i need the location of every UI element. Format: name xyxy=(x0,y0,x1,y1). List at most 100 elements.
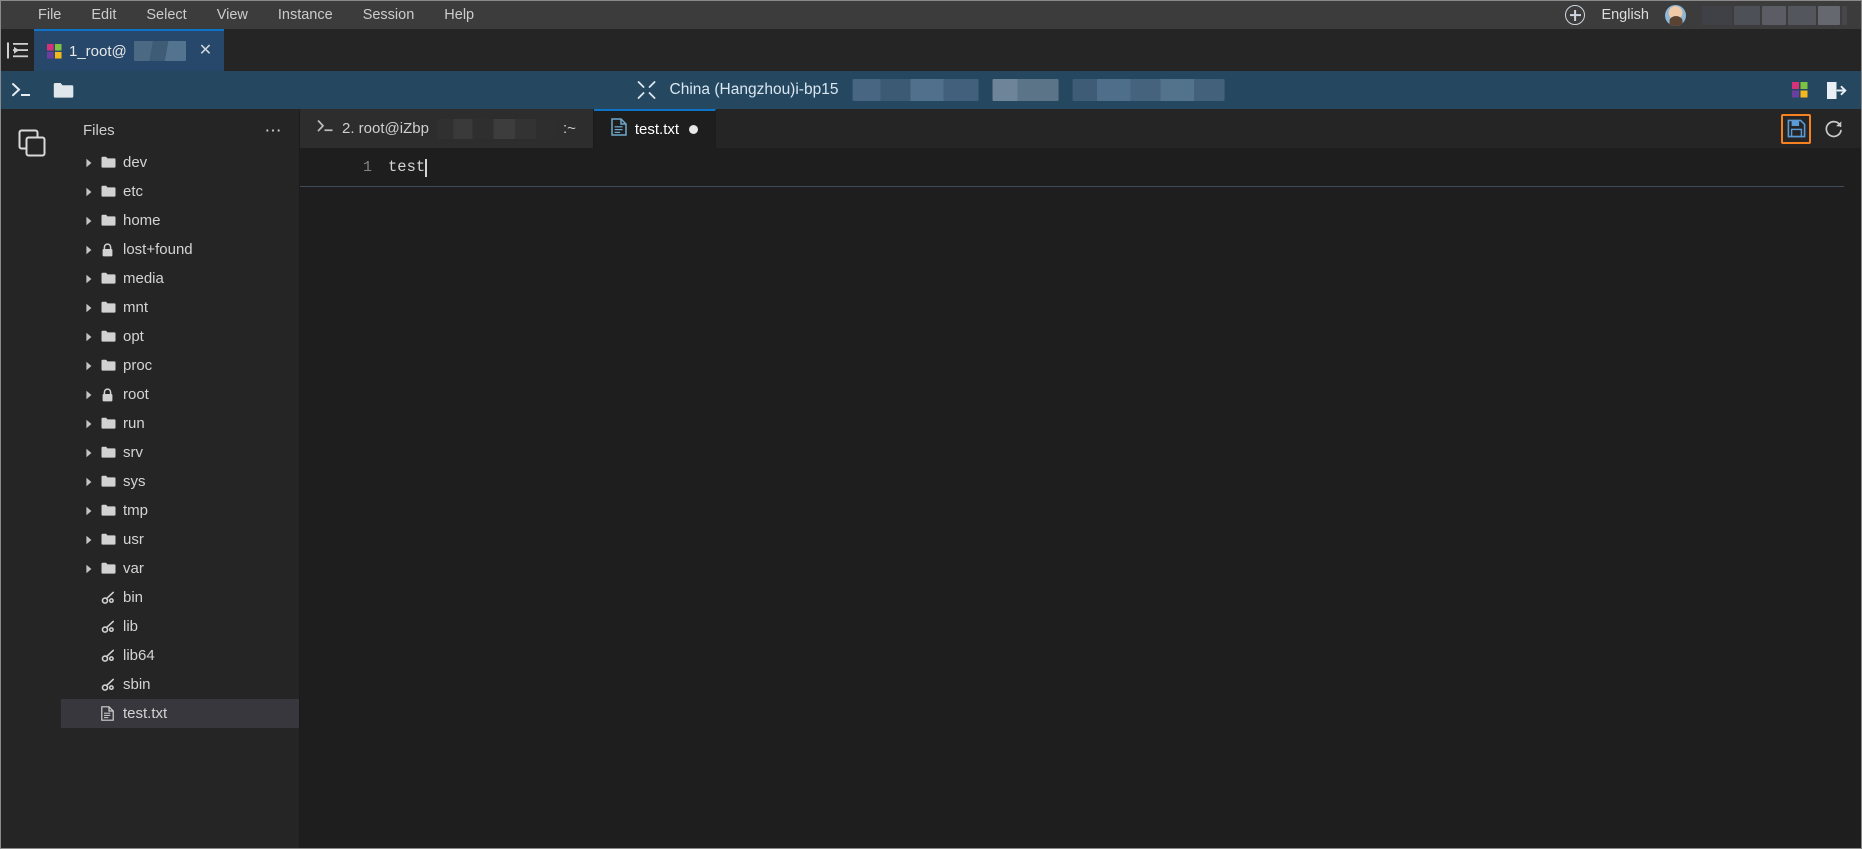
line-number-gutter: 1 xyxy=(300,148,388,848)
fullscreen-expand-icon[interactable] xyxy=(637,81,656,99)
file-tree-item-label: lib xyxy=(123,618,139,635)
instance-id-redacted xyxy=(852,79,979,101)
close-icon[interactable]: ✕ xyxy=(199,43,212,59)
chevron-right-icon[interactable] xyxy=(83,390,95,400)
menu-view[interactable]: View xyxy=(202,3,263,27)
text-cursor xyxy=(425,158,427,177)
file-tree-item-srv[interactable]: srv xyxy=(61,438,299,467)
file-tree-item-proc[interactable]: proc xyxy=(61,351,299,380)
chevron-right-icon[interactable] xyxy=(83,158,95,168)
folder-icon xyxy=(101,214,117,227)
file-tree-item-test-txt[interactable]: test.txt xyxy=(61,699,299,728)
folder-icon xyxy=(101,417,117,430)
file-tree-item-sys[interactable]: sys xyxy=(61,467,299,496)
editor-area: 2. root@iZbp :~ test.txt 1 test xyxy=(300,109,1861,848)
file-tree-item-var[interactable]: var xyxy=(61,554,299,583)
instance-toolbar-left xyxy=(1,81,74,99)
chevron-right-icon[interactable] xyxy=(83,419,95,429)
file-tree-item-lib64[interactable]: lib64 xyxy=(61,641,299,670)
puzzle-icon[interactable] xyxy=(1792,82,1808,98)
file-tree-item-etc[interactable]: etc xyxy=(61,177,299,206)
activity-bar xyxy=(1,109,61,848)
file-tree-item-mnt[interactable]: mnt xyxy=(61,293,299,322)
symlink-icon xyxy=(101,649,117,663)
editor-tab-test-txt[interactable]: test.txt xyxy=(593,109,717,148)
file-tree-item-run[interactable]: run xyxy=(61,409,299,438)
menu-edit[interactable]: Edit xyxy=(76,3,131,27)
file-tree-item-label: opt xyxy=(123,328,144,345)
session-tab-strip: 1_root@ ✕ xyxy=(1,29,1861,71)
file-tree-item-label: root xyxy=(123,386,149,403)
chevron-right-icon[interactable] xyxy=(83,303,95,313)
file-tree-item-label: etc xyxy=(123,183,144,200)
file-tree-item-label: mnt xyxy=(123,299,149,316)
file-tree-item-home[interactable]: home xyxy=(61,206,299,235)
language-selector[interactable]: English xyxy=(1601,7,1649,23)
chevron-right-icon[interactable] xyxy=(83,274,95,284)
folder-icon xyxy=(101,446,117,459)
file-tree-item-label: tmp xyxy=(123,502,149,519)
menu-bar: File Edit Select View Instance Session H… xyxy=(1,1,1861,29)
terminal-prompt-icon xyxy=(317,119,334,138)
file-tree-item-sbin[interactable]: sbin xyxy=(61,670,299,699)
menu-instance[interactable]: Instance xyxy=(263,3,348,27)
file-tree-item-label: sys xyxy=(123,473,146,490)
avatar[interactable] xyxy=(1665,4,1686,26)
code-editor[interactable]: 1 test xyxy=(300,148,1861,848)
file-tree-item-usr[interactable]: usr xyxy=(61,525,299,554)
chevron-right-icon[interactable] xyxy=(83,216,95,226)
code-content[interactable]: test xyxy=(388,148,1861,848)
file-tree-item-media[interactable]: media xyxy=(61,264,299,293)
file-tree[interactable]: dev etc home lost+found media mnt opt proc root r… xyxy=(61,148,299,848)
file-tree-item-label: home xyxy=(123,212,161,229)
menu-help[interactable]: Help xyxy=(429,3,489,27)
editor-tab-bar: 2. root@iZbp :~ test.txt xyxy=(300,109,1861,148)
file-tree-item-label: usr xyxy=(123,531,144,548)
editor-tab-terminal[interactable]: 2. root@iZbp :~ xyxy=(300,109,594,148)
file-tree-item-label: proc xyxy=(123,357,153,374)
chevron-right-icon[interactable] xyxy=(83,187,95,197)
file-tree-item-opt[interactable]: opt xyxy=(61,322,299,351)
chevron-right-icon[interactable] xyxy=(83,477,95,487)
instance-meta-redacted-1 xyxy=(992,79,1059,101)
menu-file[interactable]: File xyxy=(23,3,76,27)
file-tree-item-tmp[interactable]: tmp xyxy=(61,496,299,525)
editor-tab-terminal-suffix: :~ xyxy=(562,120,576,137)
folder-icon xyxy=(101,272,117,285)
chevron-right-icon[interactable] xyxy=(83,506,95,516)
file-tree-item-root[interactable]: root xyxy=(61,380,299,409)
chevron-right-icon[interactable] xyxy=(83,448,95,458)
session-tab-1[interactable]: 1_root@ ✕ xyxy=(34,29,225,71)
folder-icon[interactable] xyxy=(53,82,74,99)
unsaved-indicator xyxy=(689,125,699,134)
save-button[interactable] xyxy=(1781,113,1811,144)
editor-tab-actions xyxy=(1781,109,1861,148)
symlink-icon xyxy=(101,591,117,605)
file-tree-item-label: media xyxy=(123,270,164,287)
chevron-right-icon[interactable] xyxy=(83,332,95,342)
file-document-icon xyxy=(611,118,627,141)
chevron-right-icon[interactable] xyxy=(83,361,95,371)
menu-session[interactable]: Session xyxy=(348,3,430,27)
chevron-right-icon[interactable] xyxy=(83,535,95,545)
refresh-icon[interactable] xyxy=(1821,116,1847,142)
workspace: Files ⋯ dev etc home lost+found media mnt opt p… xyxy=(1,109,1861,848)
activity-files[interactable] xyxy=(11,123,51,163)
more-options-icon[interactable]: ⋯ xyxy=(265,122,284,139)
collapse-panel-icon[interactable] xyxy=(1,29,34,71)
menu-select[interactable]: Select xyxy=(131,3,201,27)
exit-session-icon[interactable] xyxy=(1826,81,1847,100)
plus-circle-icon[interactable] xyxy=(1565,5,1586,25)
file-tree-item-lost-found[interactable]: lost+found xyxy=(61,235,299,264)
file-tree-item-dev[interactable]: dev xyxy=(61,148,299,177)
chevron-right-icon[interactable] xyxy=(83,245,95,255)
file-icon xyxy=(101,706,117,721)
sidebar-header: Files ⋯ xyxy=(61,109,299,148)
chevron-right-icon[interactable] xyxy=(83,564,95,574)
file-tree-item-lib[interactable]: lib xyxy=(61,612,299,641)
folder-icon xyxy=(101,562,117,575)
file-tree-item-bin[interactable]: bin xyxy=(61,583,299,612)
code-line-1: test xyxy=(388,157,1861,178)
symlink-icon xyxy=(101,620,117,634)
terminal-prompt-icon[interactable] xyxy=(11,81,33,99)
